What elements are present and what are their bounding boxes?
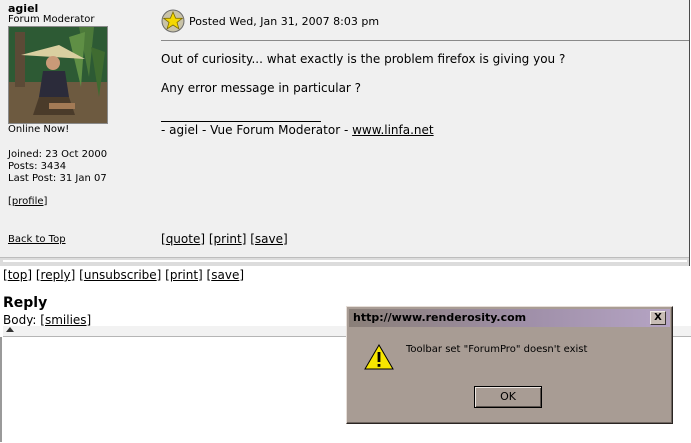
post-header-divider	[161, 40, 689, 41]
dialog-message: Toolbar set "ForumPro" doesn't exist	[406, 344, 588, 355]
post-timestamp: Posted Wed, Jan 31, 2007 8:03 pm	[189, 15, 380, 28]
author-joined: Joined: 23 Oct 2000	[8, 149, 108, 160]
print-thread-link[interactable]: print	[170, 268, 198, 282]
signature: - agiel - Vue Forum Moderator - www.linf…	[161, 123, 434, 137]
dialog-titlebar[interactable]: http://www.renderosity.com X	[349, 309, 670, 327]
print-post-link[interactable]: print	[214, 232, 242, 246]
author-role: Forum Moderator	[8, 14, 95, 25]
body-label: Body:	[3, 313, 37, 327]
reply-heading: Reply	[3, 295, 48, 311]
dialog-title: http://www.renderosity.com	[353, 311, 527, 324]
smilies-link[interactable]: smilies	[45, 313, 87, 327]
message-line: Any error message in particular ?	[161, 81, 362, 95]
signature-text: - agiel - Vue Forum Moderator -	[161, 123, 353, 137]
profile-link[interactable]: profile	[12, 196, 44, 207]
star-icon	[161, 9, 185, 33]
save-thread-link[interactable]: save	[211, 268, 239, 282]
signature-link[interactable]: www.linfa.net	[352, 123, 434, 137]
back-to-top-link[interactable]: Back to Top	[8, 234, 66, 246]
editor-left-border	[0, 337, 2, 442]
message-line: Out of curiosity... what exactly is the …	[161, 52, 566, 66]
warning-icon	[364, 344, 394, 370]
avatar-image	[9, 27, 107, 123]
author-post-count: Posts: 3434	[8, 161, 67, 172]
alert-dialog: http://www.renderosity.com X Toolbar set…	[346, 306, 673, 424]
profile-link-wrapper: [profile]	[8, 196, 48, 207]
signature-divider	[161, 121, 321, 122]
avatar	[8, 26, 108, 124]
close-button[interactable]: X	[650, 311, 666, 325]
body-label-wrapper: Body: [smilies]	[3, 313, 92, 327]
thread-actions: [top] [reply] [unsubscribe] [print] [sav…	[3, 268, 245, 282]
post-separator-highlight	[3, 260, 687, 262]
post-actions: [quote] [print] [save]	[161, 232, 288, 246]
online-status: Online Now!	[8, 124, 70, 135]
top-link[interactable]: top	[8, 268, 28, 282]
author-last-post: Last Post: 31 Jan 07	[8, 173, 107, 184]
quote-link[interactable]: quote	[166, 232, 201, 246]
reply-link[interactable]: reply	[41, 268, 71, 282]
ok-button[interactable]: OK	[474, 386, 542, 408]
unsubscribe-link[interactable]: unsubscribe	[84, 268, 157, 282]
collapse-arrow-icon[interactable]	[6, 327, 14, 332]
save-post-link[interactable]: save	[255, 232, 283, 246]
